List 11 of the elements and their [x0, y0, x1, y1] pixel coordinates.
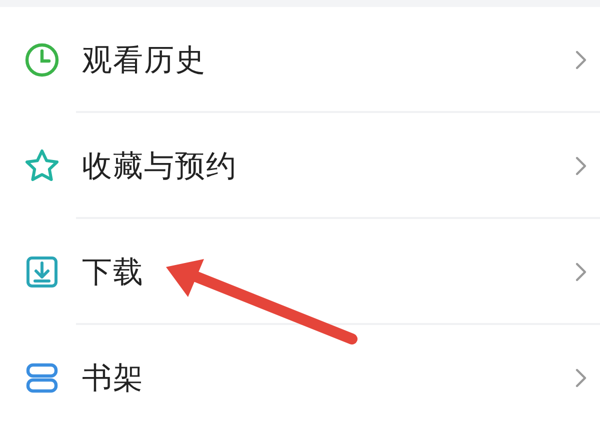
star-icon	[24, 148, 60, 184]
menu-item-label[interactable]: 书架	[82, 358, 574, 398]
chevron-icon	[574, 367, 588, 389]
clock-icon	[24, 42, 60, 78]
chevron-icon	[574, 49, 588, 71]
download-icon	[24, 254, 60, 290]
chevron-icon	[574, 155, 588, 177]
chevron-icon	[574, 261, 588, 283]
menu-item-label[interactable]: 下载	[82, 252, 574, 292]
menu-item-label[interactable]: 收藏与预约	[82, 146, 574, 186]
menu-item-label[interactable]: 观看历史	[82, 40, 574, 80]
